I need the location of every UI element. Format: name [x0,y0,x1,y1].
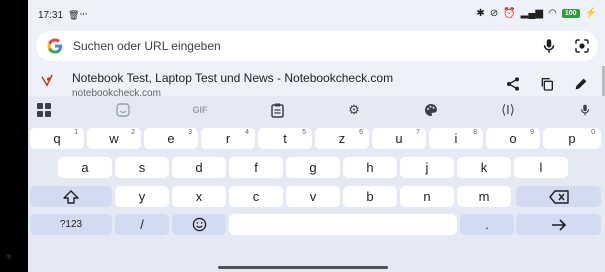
gif-button[interactable]: GIF [190,100,210,120]
key-o[interactable]: o9 [486,128,540,149]
suggestion-title: Notebook Test, Laptop Test und News - No… [72,71,394,85]
key-y[interactable]: y [115,186,169,207]
search-input[interactable]: Suchen oder URL eingeben [73,39,221,53]
site-favicon-icon [41,74,53,87]
key-h[interactable]: h [343,157,397,178]
edit-icon[interactable] [573,76,589,92]
emoji-button[interactable] [172,214,226,235]
hide-keyboard-icon[interactable]: ▼ [4,252,14,263]
key-period[interactable]: . [460,214,514,235]
signal-icon: ▂▄▆ [520,8,544,19]
key-j[interactable]: j [400,157,454,178]
home-gesture-bar[interactable] [218,266,388,269]
status-icons: ✱ ⊘ ⏰ ▂▄▆ ◠ 100 ⚡ [476,8,597,19]
wifi-icon: ◠ [548,8,557,19]
keyboard-mic-icon[interactable] [575,100,595,120]
backspace-icon [548,189,569,204]
shift-icon [63,189,79,204]
space-bar[interactable] [229,214,457,235]
key-m[interactable]: m [457,186,511,207]
backspace-button[interactable] [516,186,601,207]
charging-icon: ⚡ [584,8,597,19]
trash-icon: 🗑 [68,10,80,20]
sticker-icon[interactable] [113,100,133,120]
key-k[interactable]: k [457,157,511,178]
share-icon[interactable] [505,76,521,92]
arrow-right-icon [551,218,566,231]
text-cursor-icon[interactable]: ⟨I⟩ [498,100,518,120]
shift-button[interactable] [30,186,112,207]
key-b[interactable]: b [343,186,397,207]
key-t[interactable]: t5 [258,128,312,149]
keyboard: GIF ⚙ ⟨I⟩ q1 w2 e3 r4 t5 z6 u7 i8 o9 p0 … [28,96,605,272]
vibrate-off-icon: ⊘ [489,8,499,19]
key-u[interactable]: u7 [372,128,426,149]
key-slash[interactable]: / [115,214,169,235]
key-a[interactable]: a [58,157,112,178]
status-time: 17:31 [38,10,64,21]
voice-search-icon[interactable] [540,37,558,55]
clipboard-icon[interactable] [267,100,287,120]
key-g[interactable]: g [286,157,340,178]
settings-gear-icon[interactable]: ⚙ [344,100,364,120]
copy-icon[interactable] [539,76,555,92]
key-q[interactable]: q1 [30,128,84,149]
key-w[interactable]: w2 [87,128,141,149]
google-lens-icon[interactable] [573,37,591,55]
key-e[interactable]: e3 [144,128,198,149]
suggestion-row[interactable]: Notebook Test, Laptop Test und News - No… [28,64,605,99]
key-p[interactable]: p0 [543,128,601,149]
status-bar: 17:31 🗑 ··· ✱ ⊘ ⏰ ▂▄▆ ◠ 100 ⚡ [28,0,605,30]
key-s[interactable]: s [115,157,169,178]
key-i[interactable]: i8 [429,128,483,149]
keyboard-toolbar: GIF ⚙ ⟨I⟩ [28,96,605,124]
key-c[interactable]: c [229,186,283,207]
key-r[interactable]: r4 [201,128,255,149]
key-d[interactable]: d [172,157,226,178]
emoji-icon [192,217,206,232]
apps-grid-icon[interactable] [34,100,54,120]
key-l[interactable]: l [514,157,568,178]
more-notifications-icon: ··· [79,8,88,20]
key-z[interactable]: z6 [315,128,369,149]
battery-icon: 100 [561,9,580,18]
key-n[interactable]: n [400,186,454,207]
theme-palette-icon[interactable] [421,100,441,120]
key-x[interactable]: x [172,186,226,207]
google-g-icon [47,38,63,54]
alarm-icon: ⏰ [503,8,516,19]
enter-button[interactable] [516,214,601,235]
bluetooth-icon: ✱ [476,8,485,19]
search-bar[interactable]: Suchen oder URL eingeben [36,31,598,61]
key-f[interactable]: f [229,157,283,178]
key-v[interactable]: v [286,186,340,207]
symbols-button[interactable]: ?123 [30,214,112,235]
browser-screen: 17:31 🗑 ··· ✱ ⊘ ⏰ ▂▄▆ ◠ 100 ⚡ Suchen ode… [28,0,605,272]
